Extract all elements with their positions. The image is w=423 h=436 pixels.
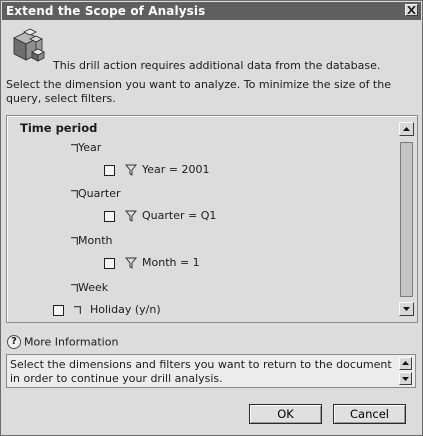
filter-item-month: Month = 1: [104, 256, 200, 270]
scroll-up-button[interactable]: [399, 122, 414, 136]
tree-scrollbar[interactable]: [399, 122, 414, 316]
dialog-title: Extend the Scope of Analysis: [6, 4, 206, 18]
dimension-level-icon: [71, 284, 78, 292]
info-text: Select the dimensions and filters you wa…: [10, 358, 392, 385]
filter-item-quarter: Quarter = Q1: [104, 209, 216, 223]
info-text-box: Select the dimensions and filters you wa…: [6, 354, 416, 388]
tree-header-time-period: Time period: [20, 121, 98, 135]
filter-checkbox-month[interactable]: [104, 257, 115, 269]
scroll-down-button[interactable]: [399, 302, 414, 316]
close-button[interactable]: [405, 4, 418, 16]
cancel-button[interactable]: Cancel: [333, 404, 406, 424]
tree-item-label: Year: [78, 141, 102, 154]
filter-item-year: Year = 2001: [104, 163, 210, 177]
dimension-level-icon: [73, 306, 81, 314]
info-scroll-down-button[interactable]: [399, 372, 412, 385]
help-icon: ?: [7, 335, 21, 349]
more-information-toggle[interactable]: ? More Information: [7, 335, 118, 349]
filter-label: Year = 2001: [142, 163, 210, 176]
tree-item-holiday: Holiday (y/n): [53, 303, 161, 317]
tree-item-quarter[interactable]: Quarter: [71, 187, 121, 201]
dimension-level-icon: [71, 190, 78, 198]
info-scrollbar[interactable]: [399, 357, 412, 385]
dialog-window: Extend the Scope of Analysis This drill …: [0, 0, 423, 436]
arrow-down-icon: [403, 307, 410, 311]
tree-item-week[interactable]: Week: [71, 281, 108, 295]
filter-label: Quarter = Q1: [142, 209, 217, 222]
dimension-level-icon: [71, 144, 78, 152]
filter-checkbox-quarter[interactable]: [104, 210, 115, 222]
dimension-checkbox-holiday[interactable]: [53, 304, 64, 316]
filter-checkbox-year[interactable]: [104, 164, 115, 176]
filter-label: Month = 1: [142, 256, 200, 269]
scroll-thumb[interactable]: [400, 142, 413, 297]
ok-button[interactable]: OK: [249, 404, 322, 424]
filter-funnel-icon: [124, 164, 137, 176]
info-scroll-up-button[interactable]: [399, 357, 412, 370]
tree-item-label: Week: [78, 281, 109, 294]
title-bar[interactable]: Extend the Scope of Analysis: [2, 2, 421, 20]
tree-item-label: Holiday (y/n): [90, 303, 161, 316]
arrow-up-icon: [403, 127, 410, 131]
intro-text: This drill action requires additional da…: [53, 59, 381, 72]
filter-funnel-icon: [124, 210, 137, 222]
tree-item-month[interactable]: Month: [71, 234, 112, 248]
instruction-text: Select the dimension you want to analyze…: [6, 78, 391, 105]
tree-item-label: Month: [78, 234, 113, 247]
more-information-label: More Information: [24, 335, 119, 349]
filter-funnel-icon: [124, 257, 137, 269]
close-icon: [407, 6, 416, 14]
tree-item-label: Quarter: [78, 187, 121, 200]
data-cube-icon: [13, 28, 45, 62]
tree-item-year[interactable]: Year: [71, 141, 101, 155]
arrow-up-icon: [402, 361, 409, 365]
dimension-tree-panel: Time period Year Year = 2001 Quarter Qua…: [6, 115, 418, 323]
arrow-down-icon: [402, 377, 409, 381]
dimension-level-icon: [71, 237, 78, 245]
